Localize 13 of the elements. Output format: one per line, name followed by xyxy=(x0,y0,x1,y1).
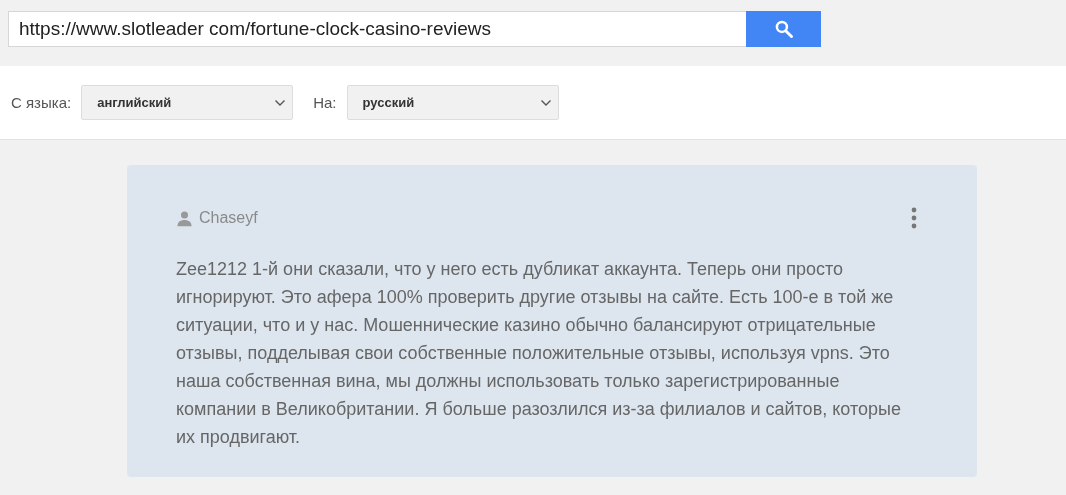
language-label: На: xyxy=(313,94,337,111)
search-icon xyxy=(773,19,794,39)
language-select[interactable]: русский xyxy=(346,85,559,120)
url-field[interactable]: https://www.slotleader com/fortune-clock-casino-reviews xyxy=(8,11,746,47)
chevron-down-icon xyxy=(274,98,287,107)
more-icon[interactable] xyxy=(911,207,917,229)
chevron-down-icon xyxy=(539,98,552,107)
author-name: Chaseyf xyxy=(199,209,258,227)
language-label: С языка: xyxy=(11,94,72,111)
search-button[interactable] xyxy=(746,11,821,47)
review-text: Zee1212 1-й они сказали, что у него есть дубликат аккаунта. Теперь они просто игнорируют. Это афера 100% проверить другие отзывы на сайте. Есть 100-е в той же ситуации, что и у нас. Мошеннические казино обычно балансируют отрицательные отзывы, подделывая свои собственные положительные отзывы, используя vpns. Это наша собственная вина, мы должны использовать только зарегистрированные компании в Великобритании. Я больше разозлился из-за филиалов и сайтов, которые их продвигают. xyxy=(176,258,902,449)
user-icon xyxy=(176,209,193,227)
language-select[interactable]: английский xyxy=(81,85,294,120)
